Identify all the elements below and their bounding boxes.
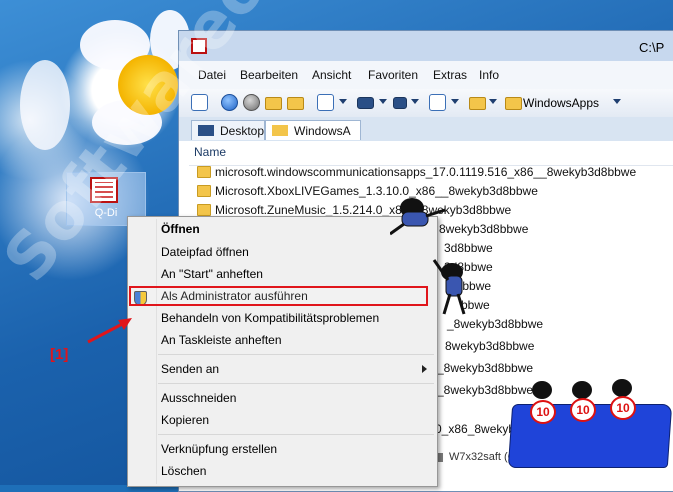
score-card: 10 — [610, 396, 636, 420]
annotation-label: [1] — [50, 346, 69, 363]
score-card: 10 — [570, 398, 596, 422]
climber-cartoon — [390, 198, 466, 315]
score-card: 10 — [530, 400, 556, 424]
